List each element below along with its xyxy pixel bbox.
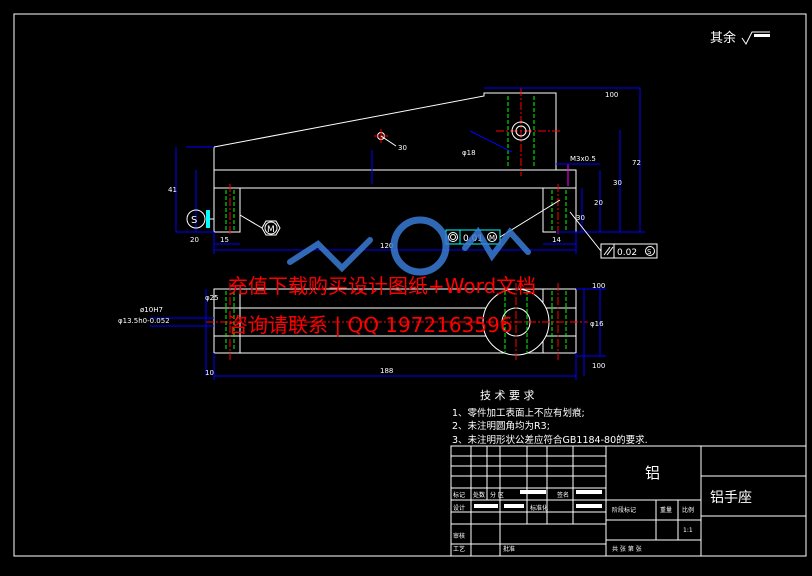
dim-bottom-overall: 188 (380, 367, 393, 375)
dim-thread: M3x0.5 (570, 155, 596, 163)
surface-finish-label: 其余 (710, 30, 736, 46)
datum-m-label: M (267, 225, 275, 235)
label-design: 设计 (453, 504, 465, 512)
label-count: 处数 (473, 491, 485, 499)
front-view-top-profile (213, 92, 557, 171)
label-scale: 比例 (682, 506, 694, 514)
label-sign: 签名 (557, 491, 569, 499)
dim-plan-right: φ16 (590, 320, 604, 328)
technical-requirements: 技 术 要 求 1、零件加工表面上不应有划痕; 2、未注明圆角均为R3; 3、未… (452, 389, 648, 446)
datum-s-label: S (191, 215, 197, 226)
requirement-item: 3、未注明形状公差应符合GB1184-80的要求. (452, 434, 648, 446)
dim-hole: φ18 (462, 149, 476, 157)
label-process: 工艺 (453, 545, 465, 553)
dim-right-h3: 20 (594, 199, 603, 207)
dim-plan-left-b: φ13.5h0-0.052 (118, 317, 170, 325)
label-weight: 重量 (660, 506, 672, 514)
position-tolerance-modifier: M (489, 234, 495, 242)
label-stage-mark: 阶段标记 (612, 506, 636, 514)
front-view-left-foot (213, 187, 241, 233)
label-sheets: 共 张 第 张 (612, 545, 642, 553)
label-review: 审核 (453, 532, 465, 540)
dim-lower-right-w: 14 (552, 236, 561, 244)
scale-value: 1:1 (683, 527, 693, 534)
parallel-tolerance-value: 0.02 (617, 248, 637, 258)
label-zone: 分 区 (490, 491, 504, 499)
dim-misc-b: 100 (592, 362, 605, 370)
front-view-dimensions (175, 87, 645, 254)
datum-m: M (239, 214, 281, 236)
dim-right-height2: 30 (613, 179, 622, 187)
dim-circ: φ25 (205, 294, 219, 302)
label-approve: 批准 (503, 545, 515, 553)
dim-lower-left-w: 15 (220, 236, 229, 244)
dim-angle: 30 (398, 144, 407, 152)
drawing-sheet: 其余 100 72 30 20 30 M3x0.5 φ18 30 41 15 1… (13, 13, 807, 557)
dim-right-height: 72 (632, 159, 641, 167)
datum-s: S (186, 209, 214, 229)
part-name: 铝手座 (710, 490, 752, 506)
requirement-item: 1、零件加工表面上不应有划痕; (452, 407, 585, 419)
parallel-tolerance-modifier: S (647, 248, 652, 256)
watermark-line1: 充值下载购买设计图纸+Word文档 (228, 274, 536, 298)
dim-left-height: 41 (168, 186, 177, 194)
material-label: 铝 (645, 464, 660, 482)
title-block (450, 445, 807, 557)
surface-finish-bar (754, 34, 770, 37)
dim-plan-left-a: ø10H7 (140, 306, 163, 314)
watermark-line2: 咨询请联系 | QQ 1972163596 (228, 313, 513, 337)
surface-finish-note: 其余 (710, 30, 770, 46)
dim-misc-a: 10 (205, 369, 214, 377)
front-view-hidden-lines (225, 96, 567, 232)
front-view-center-lines (229, 88, 562, 236)
requirements-title: 技 术 要 求 (480, 389, 535, 402)
dim-side-small: 20 (190, 236, 199, 244)
label-standard: 标准化 (530, 504, 548, 512)
front-view-right-foot (542, 187, 577, 233)
front-view-beam (213, 169, 577, 189)
front-view (213, 88, 577, 236)
dim-plan-w: 100 (592, 282, 605, 290)
dim-top-width: 100 (605, 91, 618, 99)
title-block-text: 铝 铝手座 标记 处数 分 区 签名 设计 标准化 阶段标记 重量 比例 1:1… (453, 464, 752, 553)
requirement-item: 2、未注明圆角均为R3; (452, 420, 550, 432)
surface-finish-symbol (741, 31, 770, 45)
watermark-logo (287, 216, 531, 276)
label-mark: 标记 (453, 491, 465, 499)
